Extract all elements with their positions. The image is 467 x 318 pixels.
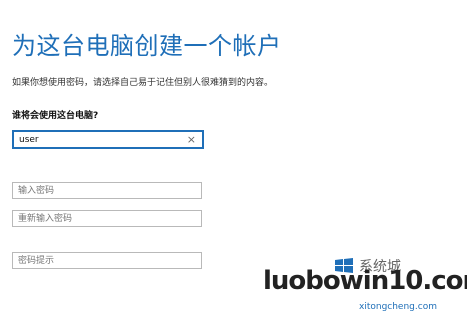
watermark-sub-text: xitongcheng.com xyxy=(359,302,437,312)
confirm-password-input[interactable] xyxy=(18,211,178,226)
password-hint-field[interactable] xyxy=(12,252,202,269)
site-watermark: 系统城 luobowin10.com xitongcheng.com xyxy=(263,256,467,312)
watermark-main-text: luobowin10.com xyxy=(263,266,467,296)
account-setup-page: 为这台电脑创建一个帐户 如果你想使用密码，请选择自己易于记住但别人很难猜到的内容… xyxy=(0,0,467,318)
password-field[interactable] xyxy=(12,182,202,199)
password-input[interactable] xyxy=(18,183,178,198)
password-hint-input[interactable] xyxy=(18,253,178,268)
username-input[interactable] xyxy=(19,132,179,147)
user-question-label: 谁将会使用这台电脑? xyxy=(12,111,99,121)
page-title: 为这台电脑创建一个帐户 xyxy=(12,32,282,60)
username-field[interactable]: × xyxy=(12,130,204,149)
page-description: 如果你想使用密码，请选择自己易于记住但别人很难猜到的内容。 xyxy=(12,78,274,88)
clear-icon[interactable]: × xyxy=(187,133,196,147)
confirm-password-field[interactable] xyxy=(12,210,202,227)
